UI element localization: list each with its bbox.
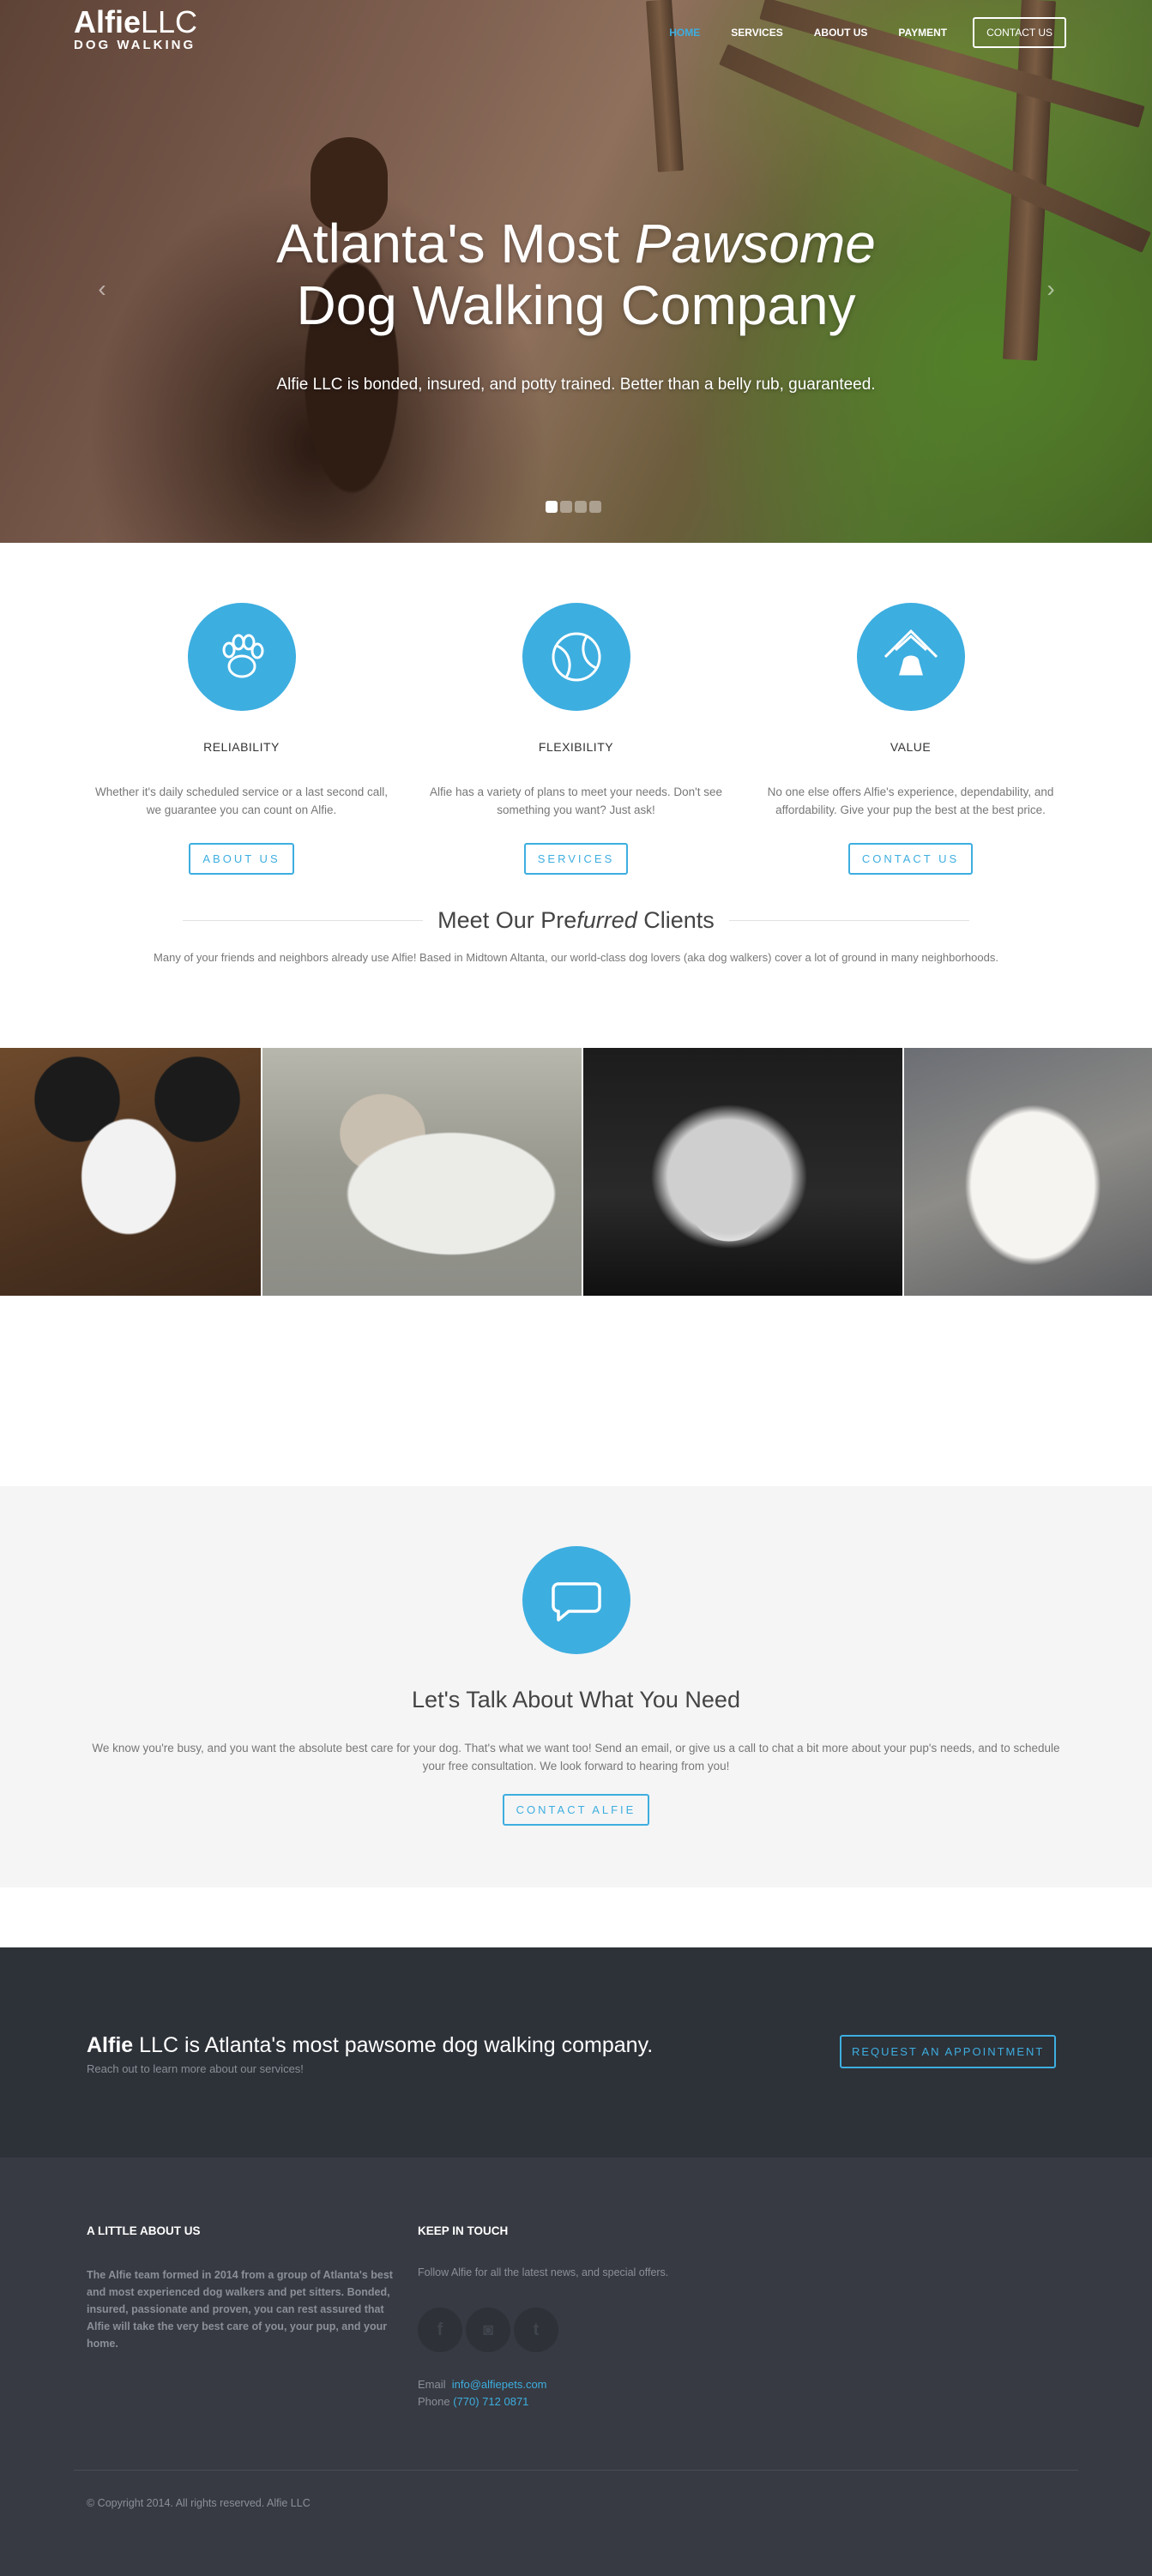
phone-link[interactable]: (770) 712 0871 [453,2395,528,2408]
email-link[interactable]: info@alfiepets.com [452,2378,547,2391]
slider-dot[interactable] [589,501,601,513]
clients-title-a: Meet Our Pre [437,907,577,933]
feature-reliability: RELIABILITY Whether it's daily scheduled… [75,603,409,903]
slider-dot[interactable] [560,501,572,513]
feature-text: Whether it's daily scheduled service or … [95,785,388,816]
hero-title-plain: Atlanta's Most [276,213,635,274]
client-gallery [0,1048,1152,1296]
social-links: f ◙ t [418,2308,761,2352]
paw-icon [187,603,296,711]
contact-alfie-button[interactable]: CONTACT ALFIE [502,1794,650,1826]
nav-home[interactable]: HOME [654,18,715,47]
logo-subtitle: DOG WALKING [74,38,196,52]
australian-shepherd-photo[interactable] [583,1048,904,1296]
footer-touch-heading: KEEP IN TOUCH [418,2224,509,2237]
nav-contact-us-button[interactable]: CONTACT US [973,17,1066,48]
speech-bubble-icon [522,1546,630,1654]
band-subtitle: Reach out to learn more about our servic… [87,2062,304,2075]
ball-icon [522,603,630,711]
logo[interactable]: AlfieLLC DOG WALKING [74,4,198,53]
pug-photo[interactable] [262,1048,583,1296]
contact-title: Let's Talk About What You Need [412,1687,740,1712]
hero-slider: AlfieLLC DOG WALKING HOME SERVICES ABOUT… [0,0,1152,543]
band-title-rest: LLC is Atlanta's most pawsome dog walkin… [133,2033,654,2057]
appointment-band: Alfie LLC is Atlanta's most pawsome dog … [0,1947,1152,2158]
hero-subtitle: Alfie LLC is bonded, insured, and potty … [276,376,876,394]
logo-bold: Alfie [74,4,142,39]
clients-heading: Meet Our Prefurred Clients [0,903,1152,937]
feature-value: VALUE No one else offers Alfie's experie… [744,603,1078,903]
about-us-button[interactable]: ABOUT US [189,843,294,875]
havanese-photo[interactable] [904,1048,1152,1296]
band-title: Alfie LLC is Atlanta's most pawsome dog … [87,2033,653,2058]
footer-keep-in-touch: KEEP IN TOUCH Follow Alfie for all the l… [418,2224,761,2410]
copyright: © Copyright 2014. All rights reserved. A… [87,2497,311,2509]
doghouse-icon [856,603,965,711]
slider-dot[interactable] [546,501,558,513]
logo-light: LLC [141,4,198,39]
clients-title-b: Clients [636,907,715,933]
footer-about: A LITTLE ABOUT US The Alfie team formed … [87,2224,395,2352]
clients-section: Meet Our Prefurred Clients Many of your … [0,903,1152,1486]
contact-section: Let's Talk About What You Need We know y… [0,1486,1152,1887]
footer-follow-text: Follow Alfie for all the latest news, an… [418,2266,669,2278]
feature-title: RELIABILITY [203,740,280,754]
hero-content: Atlanta's Most Pawsome Dog Walking Compa… [0,213,1152,394]
footer: A LITTLE ABOUT US The Alfie team formed … [0,2158,1152,2576]
top-navigation: AlfieLLC DOG WALKING HOME SERVICES ABOUT… [0,0,1152,69]
email-label: Email [418,2378,446,2391]
nav-about-us[interactable]: ABOUT US [799,18,884,47]
services-button[interactable]: SERVICES [523,843,629,875]
slider-dots [546,501,601,513]
request-appointment-button[interactable]: REQUEST AN APPOINTMENT [840,2035,1057,2068]
hero-title-italic: Pawsome [634,213,876,274]
feature-title: FLEXIBILITY [538,740,614,754]
hero-title-line2: Dog Walking Company [296,274,856,336]
divider [729,920,969,921]
feature-flexibility: FLEXIBILITY Alfie has a variety of plans… [409,603,744,903]
clients-title-italic: furred [576,907,637,933]
contact-us-button[interactable]: CONTACT US [847,843,974,875]
slider-dot[interactable] [575,501,587,513]
main-menu: HOME SERVICES ABOUT US PAYMENT CONTACT U… [654,17,1066,48]
twitter-icon[interactable]: t [514,2308,558,2352]
contact-details: Email info@alfiepets.com Phone (770) 712… [418,2376,761,2410]
footer-divider [74,2470,1078,2471]
divider [183,920,423,921]
features-section: RELIABILITY Whether it's daily scheduled… [0,543,1152,903]
feature-title: VALUE [890,740,932,754]
band-title-bold: Alfie [87,2033,134,2057]
instagram-icon[interactable]: ◙ [466,2308,510,2352]
nav-payment[interactable]: PAYMENT [883,18,962,47]
phone-label: Phone [418,2395,450,2408]
facebook-icon[interactable]: f [418,2308,462,2352]
border-collie-photo[interactable] [0,1048,262,1296]
hero-title: Atlanta's Most Pawsome Dog Walking Compa… [0,213,1152,336]
feature-text: Alfie has a variety of plans to meet you… [429,785,722,816]
clients-title: Meet Our Prefurred Clients [0,903,1152,937]
contact-text: We know you're busy, and you want the ab… [92,1742,1060,1773]
nav-services[interactable]: SERVICES [715,18,798,47]
feature-text: No one else offers Alfie's experience, d… [767,785,1054,816]
footer-about-text: The Alfie team formed in 2014 from a gro… [87,2269,393,2350]
footer-about-heading: A LITTLE ABOUT US [87,2224,201,2237]
clients-description: Many of your friends and neighbors alrea… [154,951,998,964]
